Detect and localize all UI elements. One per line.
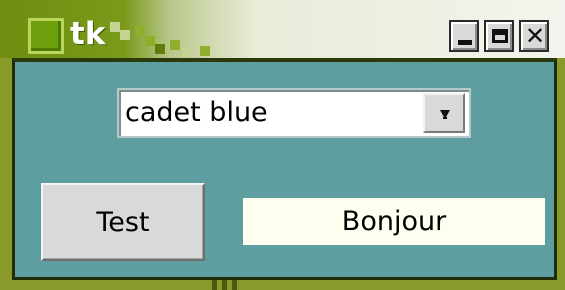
output-label: Bonjour [243, 198, 545, 245]
close-button[interactable]: ✕ [519, 20, 549, 52]
window-frame-bottom [0, 280, 565, 290]
titlebar-pattern [135, 26, 145, 36]
titlebar-pattern [170, 40, 180, 50]
window-title: tk [70, 16, 106, 52]
frame-decoration [232, 280, 237, 290]
titlebar-pattern [120, 30, 130, 40]
titlebar-pattern [182, 48, 192, 58]
color-combobox[interactable]: cadet blue [117, 88, 471, 138]
frame-decoration [222, 280, 227, 290]
app-icon[interactable] [28, 18, 64, 54]
combobox-dropdown-button[interactable] [423, 93, 465, 133]
close-icon: ✕ [524, 22, 546, 50]
maximize-icon [492, 29, 508, 43]
minimize-icon [458, 40, 472, 45]
titlebar-pattern [110, 22, 120, 32]
test-button[interactable]: Test [41, 183, 205, 261]
titlebar-pattern [145, 36, 155, 46]
combobox-value[interactable]: cadet blue [125, 93, 268, 133]
frame-decoration [212, 280, 217, 290]
titlebar-pattern [200, 46, 210, 56]
minimize-button[interactable] [449, 20, 479, 52]
chevron-down-icon-underline [443, 117, 447, 119]
title-bar[interactable]: tk ✕ [0, 0, 565, 58]
app-window: tk ✕ cadet blue Test Bonjour [0, 0, 565, 290]
titlebar-pattern [155, 44, 165, 54]
maximize-button[interactable] [484, 20, 514, 52]
